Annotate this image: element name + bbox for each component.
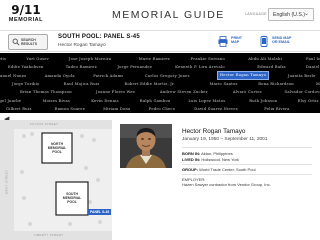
name-entry[interactable]: Marie Ramirez	[139, 55, 170, 63]
name-entry[interactable]: Moises Rivas	[43, 97, 70, 105]
name-entry[interactable]: Felix Rivera	[264, 105, 289, 113]
name-entry[interactable]: Juanita Berle	[288, 72, 316, 80]
names-row: Ira Otis Yuri Gusev Jose Joseph Moreira Mar…	[0, 55, 320, 63]
names-row: Eddie Yaakobsen Tadeo Ramirez Jorge Fernan…	[0, 63, 320, 71]
name-entry[interactable]: Joanne Flores Wee	[96, 88, 135, 96]
name-entry[interactable]: Jorge Fernandez	[117, 63, 152, 71]
name-entry[interactable]: Brian Thomas Thompson	[20, 88, 72, 96]
panel-badge[interactable]: PANEL S-45	[88, 209, 112, 215]
page-title: MEMORIAL GUIDE	[112, 9, 225, 21]
name-entry[interactable]: Miriam Dona	[103, 105, 130, 113]
lived-value: Hollswood, New York	[201, 157, 239, 162]
name-entry[interactable]: Manuel Nunez	[0, 72, 26, 80]
name-entry[interactable]: Jorge Toribio	[12, 80, 40, 88]
group-value: World Trade Center, South Pool	[199, 167, 256, 172]
name-entry[interactable]: Gilbert Ruiz	[6, 105, 32, 113]
name-entry[interactable]: Ralph Gamboa	[140, 97, 171, 105]
name-entry[interactable]: Jose Joseph Moreira	[69, 55, 111, 63]
send-label-2: OR EMAIL	[272, 40, 291, 45]
group-label: GROUP:	[182, 167, 198, 172]
print-label-2: MAP	[231, 40, 240, 45]
send-map-button[interactable]: SEND MAP OR EMAIL	[259, 34, 314, 50]
name-entry[interactable]: Pedro Checo	[149, 105, 175, 113]
name-entry[interactable]: Robert Eddie Mortiz, Jr.	[124, 80, 175, 88]
name-entry[interactable]: Salvador Cordova Molina	[285, 88, 320, 96]
name-entry[interactable]: David Suarez Nieves	[194, 105, 238, 113]
name-entry[interactable]: Yuri Gusev	[26, 55, 49, 63]
victim-detail: Hector Rogan Tamayo January 19, 1950 – S…	[112, 113, 320, 240]
name-entry[interactable]: Frankie Serrano	[191, 55, 225, 63]
map-drawing	[0, 120, 112, 240]
names-row: Gilbert Ruiz Ramon Suarez Miriam Dona Pedro…	[0, 105, 320, 113]
victim-dates: January 19, 1950 – September 11, 2001	[182, 137, 268, 142]
panel-title: SOUTH POOL: PANEL S-45	[58, 34, 140, 40]
born-label: BORN IN:	[182, 151, 201, 156]
divider	[182, 164, 312, 165]
victim-name: Hector Rogan Tamayo	[182, 128, 246, 135]
memorial-logo[interactable]: 9/11 MEMORIAL	[5, 4, 47, 23]
app-header: 9/11 MEMORIAL MEMORIAL GUIDE LANGUAGE En…	[0, 0, 320, 30]
language-select[interactable]: English (U.S.) ⌄	[268, 8, 314, 21]
name-entry[interactable]: Eddie Yaakobsen	[8, 63, 44, 71]
name-entry[interactable]: Patrick Adams	[93, 72, 123, 80]
name-entry[interactable]: Angel Juarbe	[0, 97, 21, 105]
toolbar: SEARCH RESULTS SOUTH POOL: PANEL S-45 He…	[0, 30, 320, 52]
name-entry[interactable]: Michelle Castro	[316, 80, 320, 88]
divider	[182, 147, 312, 148]
street-top-label: FULTON STREET	[30, 122, 59, 126]
logo-number: 9/11	[11, 3, 41, 17]
victim-photo	[120, 124, 172, 168]
name-entry[interactable]: Elsy Ortiz	[298, 97, 319, 105]
south-pool-label: SOUTH MEMORIAL POOL	[62, 192, 82, 204]
logo-word: MEMORIAL	[8, 17, 44, 23]
chevron-down-icon: ⌄	[303, 11, 309, 17]
name-entry[interactable]: Ramon Suarez	[55, 105, 85, 113]
name-entry[interactable]: Tadeo Ramirez	[66, 63, 97, 71]
name-entry[interactable]: Kevin Dennis	[91, 97, 119, 105]
name-entry[interactable]: Daniel Alba	[306, 63, 320, 71]
names-row: Brian Thomas Thompson Joanne Flores Wee An…	[0, 88, 320, 96]
phone-icon	[260, 36, 268, 47]
north-pool-label: NORTH MEMORIAL POOL	[47, 142, 67, 154]
divider	[182, 174, 312, 175]
street-left-label: WEST STREET	[4, 169, 9, 195]
name-entry[interactable]: Abdu Ali Malahi	[248, 55, 282, 63]
names-row: Angel Juarbe Moises Rivas Kevin Dennis Ralp…	[0, 97, 320, 105]
street-bottom-label: LIBERTY STREET	[34, 233, 64, 237]
search-results-button[interactable]: SEARCH RESULTS	[8, 34, 48, 50]
names-row: Manuel Nunez Amanda Oyola Patrick Adams Car…	[0, 71, 320, 81]
print-map-button[interactable]: PRINT MAP	[218, 34, 254, 50]
name-highlighted[interactable]: Hector Rogan Tamayo	[216, 71, 270, 81]
print-icon	[218, 36, 228, 47]
panel-subtitle: Hector Rogan Tamayo	[58, 43, 106, 48]
names-panel[interactable]: Ira Otis Yuri Gusev Jose Joseph Moreira Mar…	[0, 53, 320, 113]
name-entry[interactable]: Luis Lopez Matos	[188, 97, 225, 105]
name-entry[interactable]: Mario Santos	[210, 80, 238, 88]
name-entry[interactable]: Amanda Oyola	[45, 72, 75, 80]
name-entry[interactable]: Carlos Gregory Jones	[145, 72, 190, 80]
language-value: English (U.S.)	[273, 12, 305, 18]
name-entry[interactable]: Kenneth P. Lira Arevalo	[175, 63, 225, 71]
names-row: Jorge Toribio Raul Mojica Ruiz Robert Eddi…	[0, 80, 320, 88]
lived-label: LIVED IN:	[182, 157, 201, 162]
search-results-label-2: RESULTS	[21, 42, 38, 46]
name-entry[interactable]: Alvaro Cortes	[233, 88, 262, 96]
name-entry[interactable]: Raul Mojica Ruiz	[64, 80, 100, 88]
name-entry[interactable]: Ira Otis	[0, 55, 6, 63]
search-icon	[12, 38, 20, 46]
name-entry[interactable]: Rena Richardson	[258, 80, 294, 88]
employer-value: Hazen Sawyer contractor from Vendor Grou…	[182, 182, 271, 187]
name-entry[interactable]: Ruth Johnson	[249, 97, 277, 105]
group-row: GROUP: World Trade Center, South Pool	[182, 167, 256, 172]
born-row: BORN IN: Aklan, Philippines	[182, 151, 233, 156]
lived-row: LIVED IN: Hollswood, New York	[182, 157, 239, 162]
name-entry[interactable]: Paul Innis	[306, 55, 320, 63]
memorial-map[interactable]: FULTON STREET WEST STREET LIBERTY STREET…	[0, 120, 112, 240]
language-label: LANGUAGE	[245, 12, 267, 16]
name-entry[interactable]: Edward Rafia	[257, 63, 286, 71]
born-value: Aklan, Philippines	[201, 151, 233, 156]
name-entry[interactable]: Andrew Steven Zucker	[160, 88, 208, 96]
